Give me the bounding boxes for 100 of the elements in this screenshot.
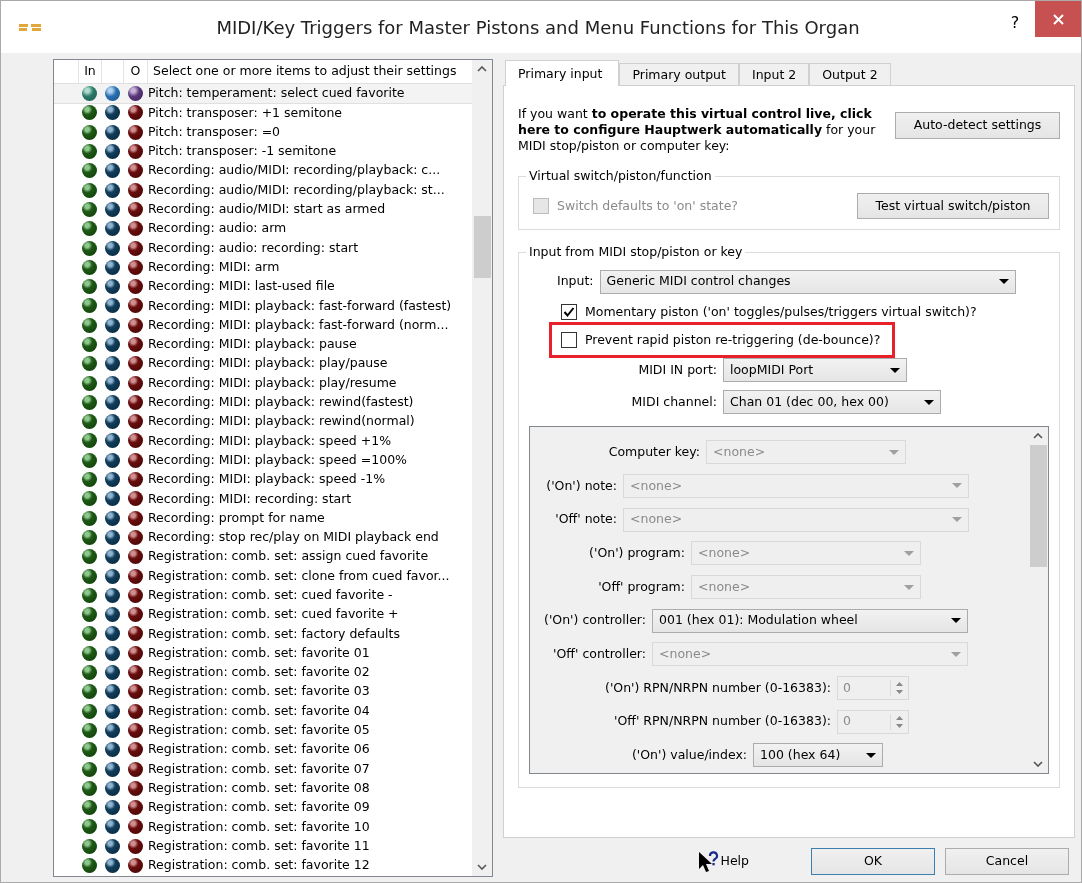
list-item[interactable]: Recording: MIDI: last-used file [54,276,472,297]
list-item[interactable]: Recording: audio: arm [54,219,472,239]
scroll-up-icon[interactable] [477,66,487,72]
dropdown[interactable]: 100 (hex 64) [753,743,883,768]
port-dropdown[interactable]: loopMIDI Port [723,358,907,383]
field-label: ('On') RPN/NRPN number (0-16383): [604,678,831,697]
status-dot-icon [82,259,97,275]
list-item[interactable]: Recording: MIDI: playback: speed =100% [54,450,472,470]
status-dot-icon [128,858,143,873]
column-header[interactable]: O [130,62,141,81]
status-dot-icon [128,298,143,314]
help-link[interactable]: Help [696,850,749,873]
list-item[interactable]: Registration: comb. set: assign cued favorite [54,547,472,567]
intro-text: If you want to operate this virtual control live, click here to configure Hauptwerk automatically for your MIDI stop/piston or computer key: [518,106,877,154]
status-dot-icon [105,298,120,314]
column-header[interactable]: Select one or more items to adjust their settings [153,62,457,81]
list-item[interactable]: Registration: comb. set: favorite 12 [54,855,472,876]
status-dot-icon [128,317,143,333]
close-button[interactable] [1035,1,1081,37]
checkbox[interactable] [561,332,577,349]
list-item[interactable]: Registration: comb. set: favorite 04 [54,701,472,721]
status-dot-icon [82,858,97,873]
status-dot-icon [105,201,120,217]
list-item[interactable]: Recording: MIDI: playback: play/resume [54,373,472,393]
list-item[interactable]: Recording: prompt for name [54,508,472,528]
field-label: MIDI IN port: [637,361,717,380]
list-item[interactable]: Pitch: transposer: =0 [54,122,472,142]
list-item[interactable]: Registration: comb. set: favorite 01 [54,643,472,663]
list-item[interactable]: Recording: MIDI: playback: fast-forward (norm... [54,315,472,335]
list-item[interactable]: Recording: MIDI: playback: rewind(fastest) [54,392,472,413]
list-item[interactable]: Registration: comb. set: clone from cued favor... [54,566,472,586]
column-header[interactable]: In [84,62,96,81]
status-dot-icon [105,279,120,295]
scroll-thumb[interactable] [473,216,491,278]
list-item[interactable]: Recording: MIDI: playback: play/pause [54,354,472,374]
status-dot-icon [105,414,120,430]
list-item[interactable]: Registration: comb. set: cued favorite + [54,605,472,625]
status-dot-icon [128,742,143,758]
list-item[interactable]: Recording: audio/MIDI: recording/playback: c... [54,161,472,181]
list-item[interactable]: Recording: MIDI: arm [54,257,472,277]
test-button[interactable]: Test virtual switch/piston [857,192,1049,220]
list-item[interactable]: Recording: MIDI: playback: speed +1% [54,431,472,451]
dropdown[interactable]: 001 (hex 01): Modulation wheel [652,608,968,633]
window-title: MIDI/Key Triggers for Master Pistons and Menu Functions for This Organ [215,15,861,40]
field-label: 'Off' RPN/NRPN number (0-16383): [613,712,831,731]
scrollbar[interactable] [472,60,492,876]
list-item[interactable]: Registration: comb. set: favorite 10 [54,817,472,837]
status-dot-icon [105,568,120,584]
scroll-thumb[interactable] [1029,445,1047,568]
status-dot-icon [82,433,97,449]
tab[interactable]: Output 2 [809,63,891,85]
status-dot-icon [82,86,97,102]
list-item[interactable]: Registration: comb. set: favorite 08 [54,778,472,798]
list-item[interactable]: Registration: comb. set: cued favorite - [54,585,472,605]
scroll-down-icon[interactable] [1033,761,1043,768]
status-dot-icon [128,722,143,738]
auto-detect-button[interactable]: Auto-detect settings [895,112,1060,139]
list-item[interactable]: Registration: comb. set: favorite 11 [54,836,472,856]
field-label: ('On') note: [545,476,617,495]
scroll-down-icon[interactable] [477,864,487,870]
scroll-up-icon[interactable] [1033,433,1043,440]
status-dot-icon [105,838,120,854]
list-item[interactable]: Pitch: transposer: +1 semitone [54,103,472,123]
list-item[interactable]: Registration: comb. set: favorite 09 [54,798,472,818]
list-item[interactable]: Registration: comb. set: favorite 06 [54,740,472,760]
list-item[interactable]: Recording: MIDI: playback: pause [54,334,472,355]
list-item[interactable]: Pitch: temperament: select cued favorite [54,84,472,104]
dropdown-arrow-icon [889,449,899,455]
list-item[interactable]: Registration: comb. set: favorite 02 [54,662,472,683]
status-dot-icon [128,587,143,603]
status-dot-icon [105,452,120,468]
list-item[interactable]: Recording: audio/MIDI: recording/playback: st... [54,180,472,200]
input-dropdown[interactable]: Generic MIDI control changes [599,269,1016,294]
tab[interactable]: Primary input [505,60,620,86]
tab[interactable]: Primary output [619,63,739,85]
status-dot-icon [105,722,120,738]
dropdown-arrow-icon [952,517,962,523]
list-item[interactable]: Pitch: transposer: -1 semitone [54,141,472,162]
status-dot-icon [105,703,120,719]
list-item[interactable]: Recording: MIDI: playback: rewind(normal) [54,412,472,432]
channel-dropdown[interactable]: Chan 01 (dec 00, hex 00) [723,390,941,415]
list-item[interactable]: Registration: comb. set: favorite 07 [54,759,472,779]
list-item[interactable]: Registration: comb. set: factory defaults [54,624,472,644]
list-item[interactable]: Registration: comb. set: favorite 03 [54,682,472,702]
status-dot-icon [82,510,97,526]
list-item[interactable]: Recording: stop rec/play on MIDI playback end [54,527,472,548]
status-dot-icon [82,317,97,333]
cancel-button[interactable]: Cancel [945,848,1069,875]
list-item[interactable]: Recording: audio: recording: start [54,238,472,258]
list-item[interactable]: Recording: audio/MIDI: start as armed [54,199,472,220]
list-item[interactable]: Recording: MIDI: playback: speed -1% [54,469,472,490]
list-item[interactable]: Recording: MIDI: playback: fast-forward (fastest) [54,296,472,316]
list-item[interactable]: Recording: MIDI: recording: start [54,489,472,509]
tab[interactable]: Input 2 [738,63,810,85]
status-dot-icon [128,201,143,217]
help-button[interactable]: ? [995,1,1035,35]
list-item[interactable]: Registration: comb. set: favorite 05 [54,720,472,741]
status-dot-icon [128,568,143,584]
ok-button[interactable]: OK [811,848,935,875]
checkbox[interactable] [561,304,577,321]
